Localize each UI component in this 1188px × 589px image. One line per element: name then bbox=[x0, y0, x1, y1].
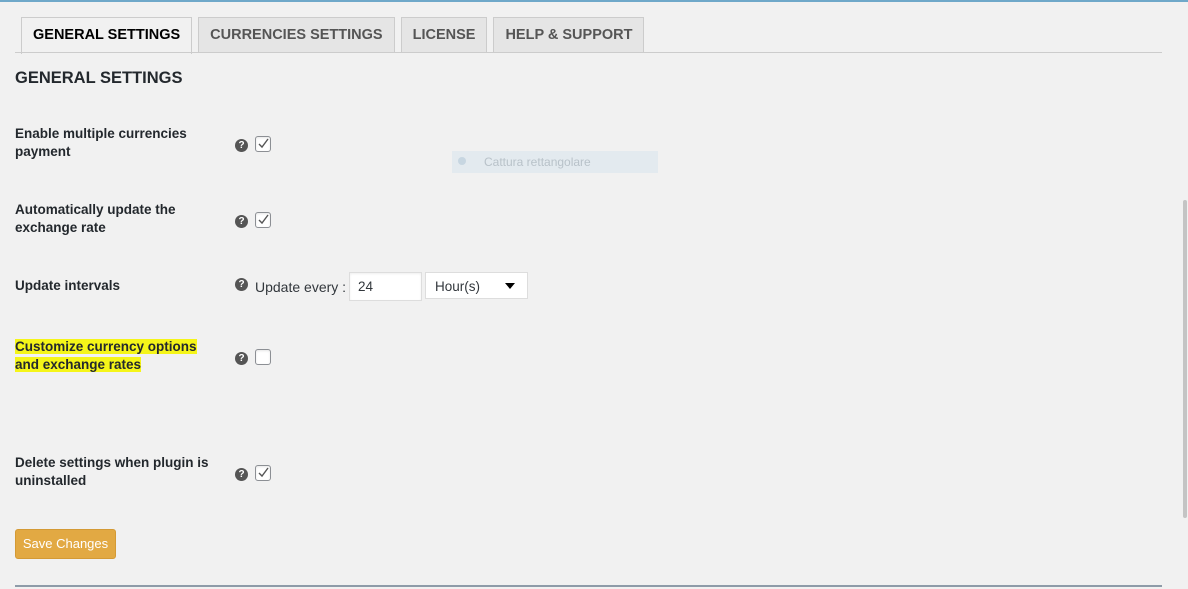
settings-tabs: GENERAL SETTINGS CURRENCIES SETTINGS LIC… bbox=[21, 17, 650, 54]
top-border bbox=[0, 0, 1188, 2]
tab-general-settings[interactable]: GENERAL SETTINGS bbox=[21, 17, 193, 54]
save-changes-button[interactable]: Save Changes bbox=[15, 529, 116, 559]
multi-currency-label-line2: payment bbox=[15, 144, 71, 159]
delete-settings-label: Delete settings when plugin is uninstall… bbox=[15, 454, 225, 490]
customize-currency-label: Customize currency options and exchange … bbox=[15, 338, 225, 374]
scrollbar-thumb[interactable] bbox=[1183, 200, 1187, 518]
auto-update-label-line2: exchange rate bbox=[15, 220, 106, 235]
interval-unit-select[interactable]: Hour(s) bbox=[425, 272, 528, 299]
settings-page: GENERAL SETTINGS CURRENCIES SETTINGS LIC… bbox=[0, 0, 1188, 589]
screen-capture-overlay-text: Cattura rettangolare bbox=[484, 155, 591, 169]
auto-update-label: Automatically update the exchange rate bbox=[15, 201, 225, 237]
checkmark-icon bbox=[258, 138, 269, 149]
customize-currency-label-line1: Customize currency options bbox=[15, 339, 197, 354]
multi-currency-label-line1: Enable multiple currencies bbox=[15, 126, 187, 141]
checkmark-icon bbox=[258, 467, 269, 478]
section-title: GENERAL SETTINGS bbox=[15, 69, 183, 87]
auto-update-checkbox[interactable] bbox=[255, 212, 271, 228]
bottom-divider bbox=[15, 585, 1162, 587]
multi-currency-checkbox[interactable] bbox=[255, 136, 271, 152]
multi-currency-label: Enable multiple currencies payment bbox=[15, 125, 225, 161]
delete-settings-label-line2: uninstalled bbox=[15, 473, 87, 488]
auto-update-label-line1: Automatically update the bbox=[15, 202, 176, 217]
tab-divider bbox=[15, 52, 1162, 53]
tab-help-support[interactable]: HELP & SUPPORT bbox=[493, 17, 645, 53]
tab-currencies-settings[interactable]: CURRENCIES SETTINGS bbox=[198, 17, 395, 53]
help-icon[interactable]: ? bbox=[235, 352, 248, 365]
customize-currency-checkbox[interactable] bbox=[255, 349, 271, 365]
help-icon[interactable]: ? bbox=[235, 468, 248, 481]
delete-settings-label-line1: Delete settings when plugin is bbox=[15, 455, 209, 470]
delete-settings-checkbox[interactable] bbox=[255, 465, 271, 481]
capture-dot-icon bbox=[458, 157, 466, 165]
scrollbar-track[interactable] bbox=[1182, 2, 1188, 589]
interval-value-input[interactable] bbox=[349, 272, 422, 301]
tab-license[interactable]: LICENSE bbox=[400, 17, 488, 53]
update-every-label: Update every : bbox=[255, 279, 347, 295]
help-icon[interactable]: ? bbox=[235, 139, 248, 152]
update-intervals-label: Update intervals bbox=[15, 278, 121, 293]
help-icon[interactable]: ? bbox=[235, 215, 248, 228]
help-icon[interactable]: ? bbox=[235, 278, 248, 291]
dropdown-arrow-icon bbox=[505, 283, 515, 289]
interval-unit-selected: Hour(s) bbox=[435, 279, 481, 294]
customize-currency-label-line2: and exchange rates bbox=[15, 357, 142, 372]
checkmark-icon bbox=[258, 214, 269, 225]
